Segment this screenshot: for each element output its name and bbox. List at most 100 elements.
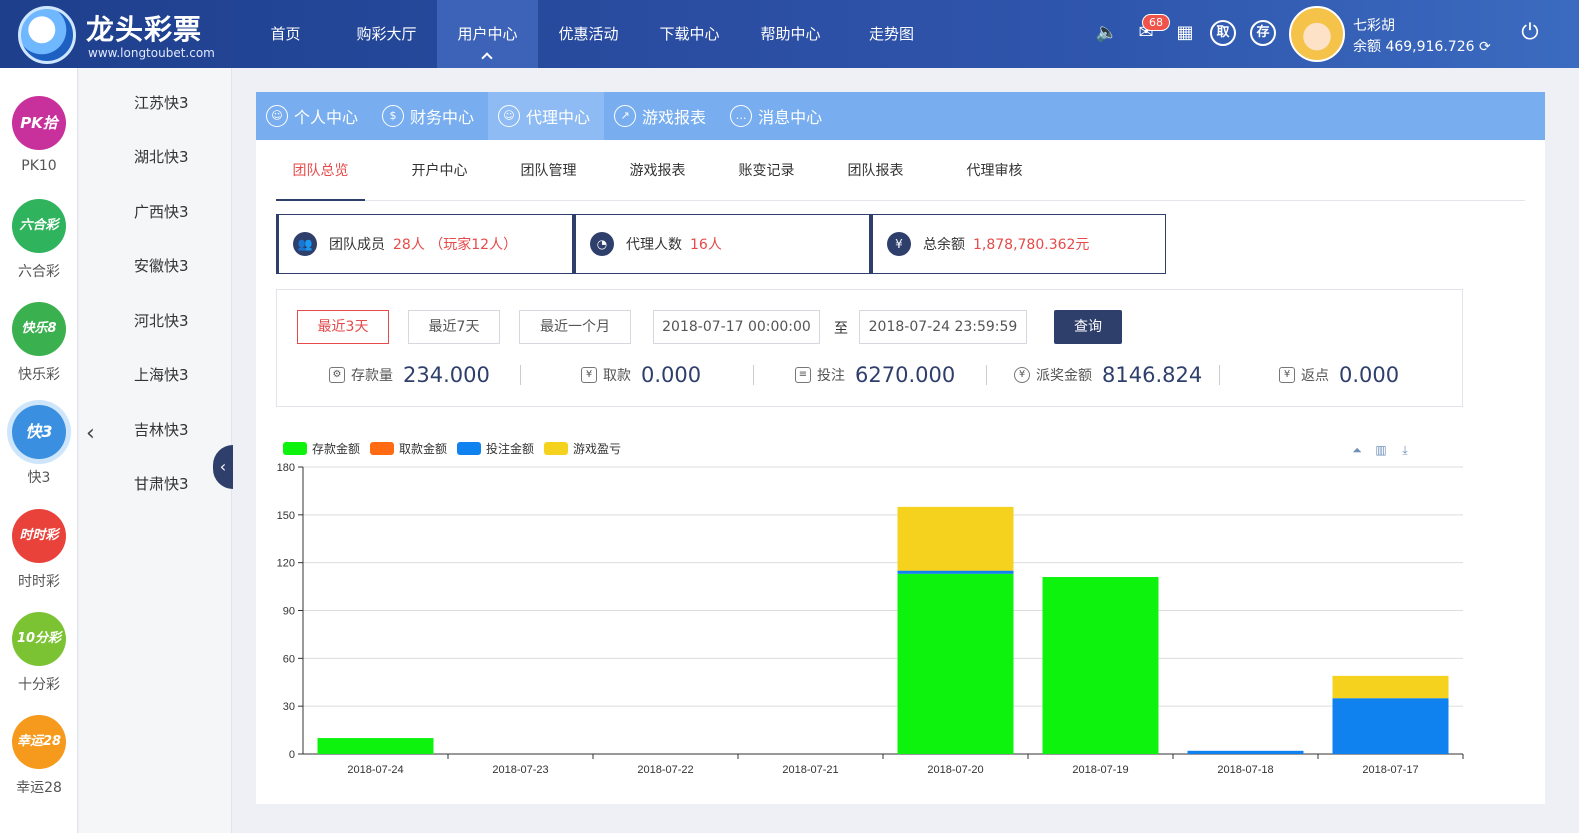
date-from-input[interactable]: 2018-07-17 00:00:00 <box>653 310 820 344</box>
withdraw-button[interactable]: 取 <box>1210 20 1236 46</box>
x-tick-label: 2018-07-21 <box>782 764 838 776</box>
stat-total-balance: ¥ 总余额 1,878,780.362元 <box>870 214 1166 274</box>
user-name: 七彩胡 <box>1353 18 1395 34</box>
subtab-open-account[interactable]: 开户中心 <box>395 150 484 201</box>
dollar-icon: $ <box>382 105 405 127</box>
trend-icon: ↗ <box>614 105 637 127</box>
game-ssc[interactable]: 时时彩 时时彩 <box>0 509 78 609</box>
filter-month-button[interactable]: 最近一个月 <box>519 310 631 344</box>
bar-segment <box>897 570 1014 574</box>
game-marksix-icon: 六合彩 <box>12 199 66 253</box>
summary-bet: ≡ 投注 6270.000 <box>795 363 955 387</box>
logo-url: www.longtoubet.com <box>88 46 215 60</box>
x-tick-label: 2018-07-17 <box>1362 764 1418 776</box>
sub-item-hubei[interactable]: 湖北快3 <box>134 146 189 167</box>
y-tick-label: 180 <box>277 462 295 474</box>
x-tick-label: 2018-07-22 <box>637 764 693 776</box>
bar-segment <box>897 506 1014 571</box>
game-label: 六合彩 <box>18 264 60 280</box>
stat-team-members: 👥 团队成员 28人 （玩家12人） <box>276 214 573 274</box>
divider <box>753 365 754 385</box>
subtab-team-management[interactable]: 团队管理 <box>504 150 593 201</box>
stat-value: 1,878,780.362元 <box>973 237 1090 253</box>
x-tick-label: 2018-07-20 <box>927 764 983 776</box>
game-label: 快乐彩 <box>18 367 60 383</box>
team-icon: 👥 <box>293 232 317 256</box>
deposit-icon: ⚙ <box>329 367 345 383</box>
summary-deposit: ⚙ 存款量 234.000 <box>329 363 490 387</box>
sub-item-gansu[interactable]: 甘肃快3 <box>134 473 189 494</box>
sub-item-guangxi[interactable]: 广西快3 <box>134 201 189 222</box>
date-range-separator: 至 <box>834 321 848 337</box>
date-to-input[interactable]: 2018-07-24 23:59:59 <box>859 310 1027 344</box>
summary-payout: ¥ 派奖金额 8146.824 <box>1014 363 1202 387</box>
speaker-icon[interactable]: 🔈 <box>1094 20 1120 46</box>
x-tick-label: 2018-07-18 <box>1217 764 1273 776</box>
sub-item-shanghai[interactable]: 上海快3 <box>134 364 189 385</box>
game-10min[interactable]: 10分彩 十分彩 <box>0 612 78 712</box>
avatar[interactable] <box>1289 6 1345 62</box>
pie-icon: ◔ <box>590 232 614 256</box>
sub-item-jiangsu[interactable]: 江苏快3 <box>134 92 189 113</box>
y-tick-label: 30 <box>283 701 295 713</box>
calendar-icon[interactable]: ▦ <box>1172 20 1198 46</box>
game-happy8[interactable]: 快乐8 快乐彩 <box>0 302 78 402</box>
divider <box>520 365 521 385</box>
game-10min-icon: 10分彩 <box>12 612 66 666</box>
tab-label: 游戏报表 <box>642 108 707 127</box>
filter-7days-button[interactable]: 最近7天 <box>408 310 500 344</box>
nav-lottery-hall[interactable]: 购彩大厅 <box>336 0 437 68</box>
stat-agent-count: ◔ 代理人数 16人 <box>573 214 870 274</box>
stat-label: 代理人数 <box>626 237 682 253</box>
message-icon: … <box>730 105 753 127</box>
subtab-team-overview[interactable]: 团队总览 <box>276 150 365 201</box>
game-label: 快3 <box>27 470 51 486</box>
balance-display[interactable]: 余额 469,916.726 ⟳ <box>1353 36 1491 56</box>
stat-value: 28人 （玩家12人） <box>393 237 518 253</box>
nav-home[interactable]: 首页 <box>235 0 336 68</box>
game-k3-icon: 快3 <box>12 405 66 459</box>
subtab-team-report[interactable]: 团队报表 <box>831 150 920 201</box>
filter-3days-button[interactable]: 最近3天 <box>297 310 389 344</box>
yen-icon: ¥ <box>1014 367 1030 383</box>
tab-messages[interactable]: … 消息中心 <box>720 92 836 140</box>
rebate-icon: ¥ <box>1279 367 1295 383</box>
power-icon[interactable]: ⏻ <box>1517 20 1543 46</box>
deposit-button[interactable]: 存 <box>1250 20 1276 46</box>
subtab-agent-review[interactable]: 代理审核 <box>950 150 1039 201</box>
sub-item-hebei[interactable]: 河北快3 <box>134 310 189 331</box>
query-button[interactable]: 查询 <box>1054 310 1122 344</box>
tab-personal[interactable]: ☺ 个人中心 <box>256 92 372 140</box>
game-lucky28-icon: 幸运28 <box>12 715 66 769</box>
main-nav: 首页 购彩大厅 用户中心 优惠活动 下载中心 帮助中心 走势图 <box>235 0 942 68</box>
nav-promotions[interactable]: 优惠活动 <box>538 0 639 68</box>
sub-item-anhui[interactable]: 安徽快3 <box>134 255 189 276</box>
agent-subtabs: 团队总览 开户中心 团队管理 游戏报表 账变记录 团队报表 代理审核 <box>276 150 1525 201</box>
summary-label: 返点 <box>1301 368 1329 384</box>
game-k3[interactable]: 快3 快3 <box>0 405 78 505</box>
y-tick-label: 60 <box>283 653 295 665</box>
y-tick-label: 90 <box>283 606 295 618</box>
game-pk10[interactable]: PK拾 PK10 <box>0 96 78 196</box>
subtab-account-changes[interactable]: 账变记录 <box>722 150 811 201</box>
site-logo[interactable]: 龙头彩票 www.longtoubet.com <box>14 4 234 64</box>
nav-download[interactable]: 下载中心 <box>639 0 740 68</box>
tab-finance[interactable]: $ 财务中心 <box>372 92 488 140</box>
tab-game-report[interactable]: ↗ 游戏报表 <box>604 92 720 140</box>
subtab-game-report[interactable]: 游戏报表 <box>613 150 702 201</box>
game-marksix[interactable]: 六合彩 六合彩 <box>0 199 78 299</box>
summary-label: 存款量 <box>351 368 393 384</box>
chevron-left-icon[interactable]: ‹ <box>86 421 95 446</box>
x-tick-label: 2018-07-23 <box>492 764 548 776</box>
game-lucky28[interactable]: 幸运28 幸运28 <box>0 715 78 815</box>
nav-help[interactable]: 帮助中心 <box>740 0 841 68</box>
bar-segment <box>897 573 1014 754</box>
withdraw-icon: ¥ <box>581 367 597 383</box>
x-tick-label: 2018-07-24 <box>347 764 403 776</box>
game-label: 时时彩 <box>18 574 60 590</box>
tab-agent[interactable]: ☺ 代理中心 <box>488 92 605 140</box>
sub-game-rail: 江苏快3 湖北快3 广西快3 安徽快3 河北快3 上海快3 吉林快3 甘肃快3 <box>79 68 232 833</box>
nav-trend[interactable]: 走势图 <box>841 0 942 68</box>
sub-item-jilin[interactable]: 吉林快3 <box>134 419 189 440</box>
nav-user-center[interactable]: 用户中心 <box>437 0 538 68</box>
